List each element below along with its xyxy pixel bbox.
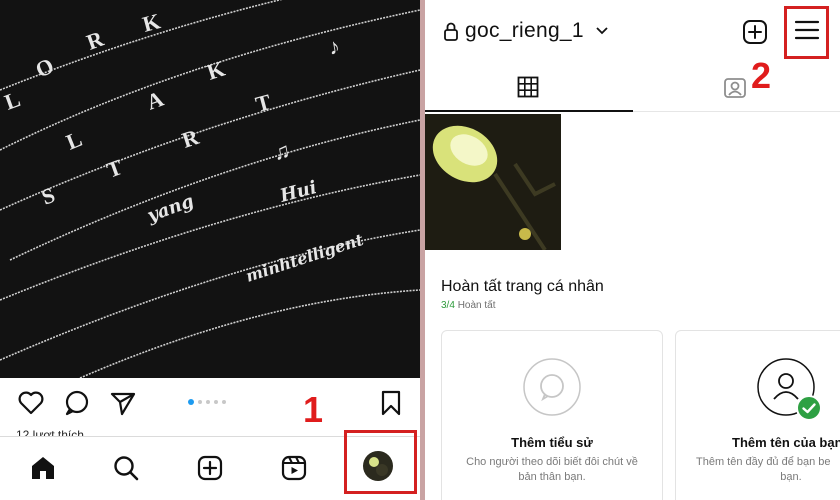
complete-profile-title: Hoàn tất trang cá nhân <box>441 278 604 295</box>
reels-icon[interactable] <box>279 453 309 483</box>
carousel-dot <box>222 400 226 404</box>
profile-post-thumbnail[interactable] <box>425 114 561 250</box>
feed-screen: L O R K L A K ♪ S T R T ♫ yang Hui minht… <box>0 0 420 500</box>
profile-highlight-box <box>344 430 417 494</box>
tab-posts-grid[interactable] <box>425 62 633 112</box>
menu-highlight-box <box>784 6 829 59</box>
step-marker-1: 1 <box>303 389 324 430</box>
grid-icon <box>517 76 539 98</box>
lock-icon <box>444 22 458 41</box>
card-desc-line: bản thân bạn. <box>518 471 586 483</box>
tab-tagged[interactable]: 2 <box>633 58 840 112</box>
card-desc-line: Cho người theo dõi biết đôi chút về <box>466 456 638 468</box>
comment-icon[interactable] <box>62 388 92 418</box>
card-description: Thêm tên đầy đủ để bạn be bạn. <box>676 455 840 485</box>
complete-profile-progress: 3/4 Hoàn tất <box>441 300 496 311</box>
create-plus-icon[interactable] <box>741 18 769 46</box>
card-desc-line: Thêm tên đầy đủ để bạn be <box>696 456 831 468</box>
profile-header: goc_rieng_1 <box>425 0 840 62</box>
carousel-dot <box>206 400 210 404</box>
share-send-icon[interactable] <box>108 388 138 418</box>
step-marker-2: 2 <box>751 55 772 96</box>
progress-label: Hoàn tất <box>457 300 496 311</box>
carousel-dot <box>198 400 202 404</box>
lamp-photo <box>425 114 561 250</box>
card-desc-line: bạn. <box>780 471 802 483</box>
profile-tabs: 2 <box>425 58 840 112</box>
new-post-icon[interactable] <box>195 453 225 483</box>
necklace-photo: L O R K L A K ♪ S T R T ♫ yang Hui minht… <box>0 0 420 378</box>
carousel-dots <box>188 399 248 407</box>
carousel-dot <box>214 400 218 404</box>
card-title: Thêm tiểu sử <box>511 435 593 450</box>
account-username[interactable]: goc_rieng_1 <box>465 19 584 43</box>
check-badge-icon <box>796 395 822 421</box>
card-description: Cho người theo dõi biết đôi chút về bản … <box>442 455 662 485</box>
card-title: Thêm tên của bạn <box>732 435 840 450</box>
add-bio-card[interactable]: Thêm tiểu sử Cho người theo dõi biết đôi… <box>441 330 663 500</box>
progress-count: 3/4 <box>441 300 455 311</box>
bio-chat-icon <box>523 358 581 416</box>
chevron-down-icon[interactable] <box>595 26 609 36</box>
screenshot-composite: L O R K L A K ♪ S T R T ♫ yang Hui minht… <box>0 0 840 500</box>
search-icon[interactable] <box>111 453 141 483</box>
tagged-person-icon <box>724 78 746 98</box>
carousel-dot-active <box>188 399 194 405</box>
post-photo[interactable]: L O R K L A K ♪ S T R T ♫ yang Hui minht… <box>0 0 420 378</box>
save-bookmark-icon[interactable] <box>376 388 406 418</box>
add-name-card[interactable]: Thêm tên của bạn Thêm tên đầy đủ để bạn … <box>675 330 840 500</box>
like-heart-icon[interactable] <box>16 388 46 418</box>
post-action-bar <box>0 378 420 428</box>
home-icon[interactable] <box>28 453 58 483</box>
profile-screen: goc_rieng_1 2 Hoàn tất trang cá nhân 3/4… <box>425 0 840 500</box>
